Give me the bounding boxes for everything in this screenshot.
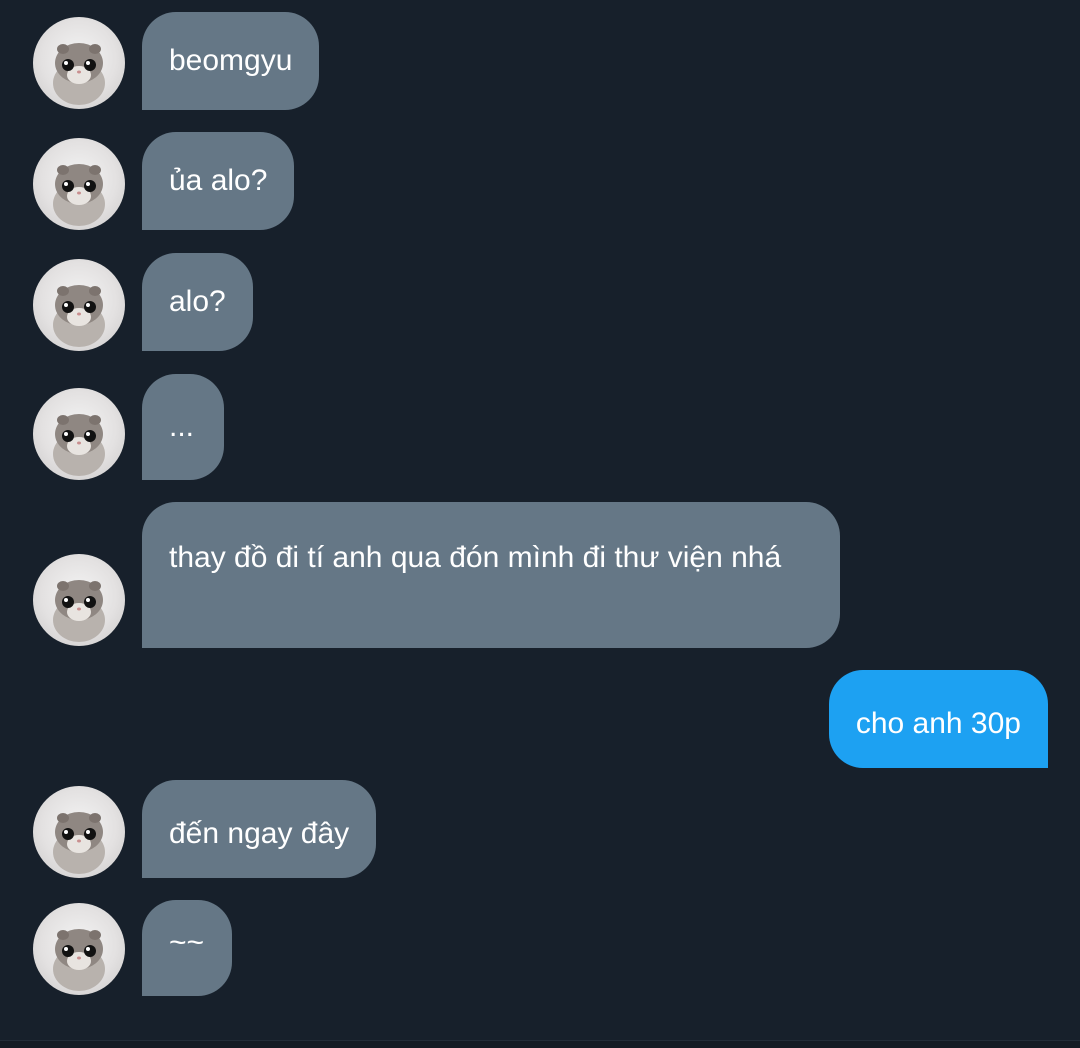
message-bubble-incoming[interactable]: beomgyu: [142, 12, 320, 110]
bottom-divider: [0, 1040, 1080, 1048]
message-bubble-incoming[interactable]: ...: [142, 374, 224, 480]
hamster-avatar-icon[interactable]: [33, 138, 125, 230]
message-bubble-incoming[interactable]: thay đồ đi tí anh qua đón mình đi thư vi…: [142, 502, 840, 648]
hamster-avatar-icon[interactable]: [33, 388, 125, 480]
message-bubble-incoming[interactable]: đến ngay đây: [142, 780, 377, 878]
hamster-avatar-icon[interactable]: [33, 786, 125, 878]
message-bubble-outgoing[interactable]: cho anh 30p: [828, 670, 1048, 768]
hamster-avatar-icon[interactable]: [33, 903, 125, 995]
message-bubble-incoming[interactable]: ~~: [142, 900, 232, 996]
hamster-avatar-icon[interactable]: [33, 554, 125, 646]
hamster-avatar-icon[interactable]: [33, 259, 125, 351]
chat-thread: beomgyu ủa alo? alo? ... thay đồ đi tí a…: [0, 0, 1080, 1040]
message-bubble-incoming[interactable]: alo?: [142, 253, 253, 351]
hamster-avatar-icon[interactable]: [33, 17, 125, 109]
message-bubble-incoming[interactable]: ủa alo?: [142, 132, 295, 230]
